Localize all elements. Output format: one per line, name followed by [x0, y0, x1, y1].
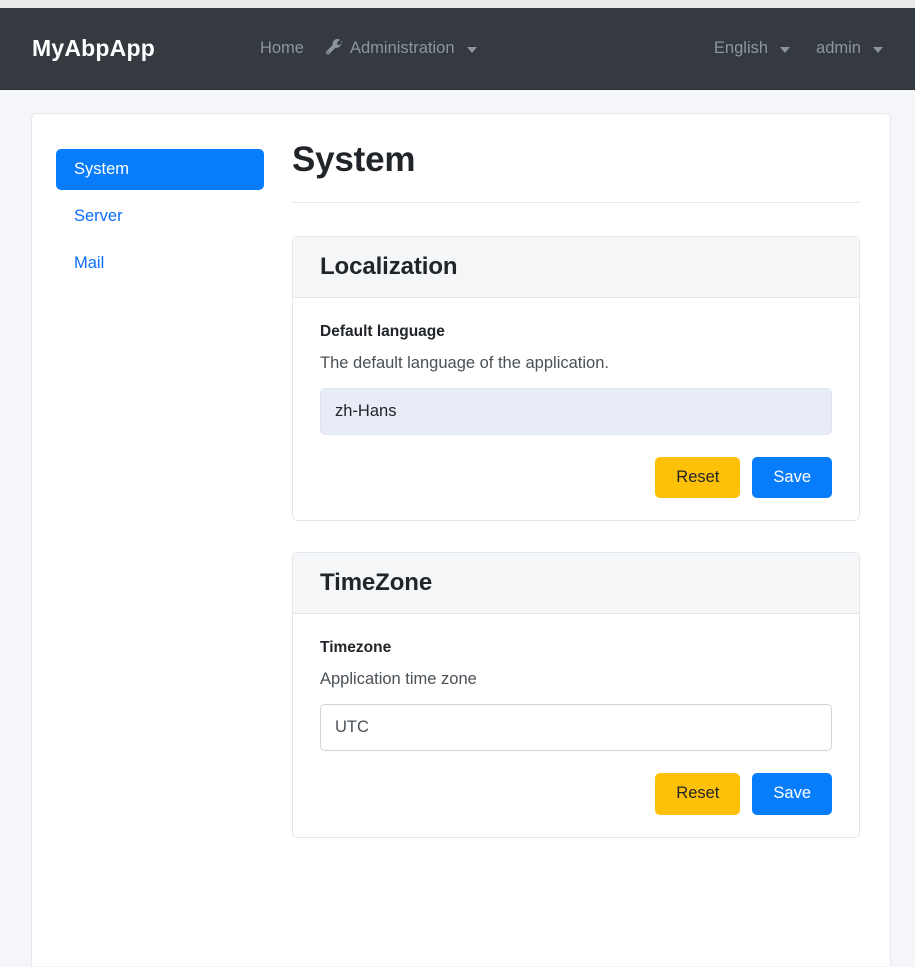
settings-panel: System Server Mail System Localization D… [31, 113, 891, 966]
nav-item-administration[interactable]: Administration [325, 39, 477, 58]
timezone-card-body: Timezone Application time zone Reset Sav… [293, 614, 859, 837]
page-container: System Server Mail System Localization D… [0, 90, 915, 966]
language-dropdown[interactable]: English [713, 39, 791, 58]
timezone-card-header: TimeZone [293, 553, 859, 614]
localization-reset-button[interactable]: Reset [655, 456, 741, 499]
chevron-down-icon [873, 46, 883, 53]
user-menu-label: admin [816, 39, 861, 57]
nav-item-administration-label: Administration [349, 39, 455, 57]
sidebar-item-mail[interactable]: Mail [56, 243, 264, 284]
chevron-down-icon [780, 46, 791, 53]
default-language-description: The default language of the application. [320, 353, 609, 372]
localization-card-title: Localization [320, 253, 458, 281]
settings-content: System Localization Default language The… [264, 140, 860, 966]
navbar-primary-menu: Home Administration [260, 39, 477, 58]
sidebar-item-system[interactable]: System [56, 149, 264, 190]
timezone-save-button[interactable]: Save [752, 772, 832, 815]
page-title: System [292, 140, 416, 179]
localization-card-body: Default language The default language of… [293, 298, 859, 521]
localization-actions: Reset Save [320, 456, 832, 499]
wrench-icon [325, 39, 343, 56]
top-navbar: MyAbpApp Home Administration English adm… [0, 8, 915, 90]
brand-logo[interactable]: MyAbpApp [32, 35, 155, 62]
language-dropdown-label: English [713, 39, 769, 57]
title-divider [292, 202, 860, 204]
window-top-strip [0, 0, 915, 8]
sidebar-item-server[interactable]: Server [56, 196, 264, 237]
nav-item-home-label: Home [259, 39, 304, 57]
timezone-input[interactable] [320, 703, 832, 751]
nav-item-home[interactable]: Home [260, 39, 304, 58]
localization-card-header: Localization [293, 237, 859, 298]
timezone-card: TimeZone Timezone Application time zone … [292, 552, 860, 838]
user-menu-dropdown[interactable]: admin [816, 39, 883, 58]
timezone-label: Timezone [320, 638, 392, 656]
timezone-description: Application time zone [320, 669, 477, 688]
timezone-card-title: TimeZone [320, 569, 433, 597]
chevron-down-icon [466, 46, 477, 53]
default-language-label: Default language [320, 322, 445, 340]
timezone-actions: Reset Save [320, 772, 832, 815]
navbar-secondary-menu: English admin [714, 39, 893, 58]
settings-sidebar: System Server Mail [56, 140, 264, 966]
default-language-input[interactable] [320, 387, 832, 435]
timezone-reset-button[interactable]: Reset [655, 772, 741, 815]
localization-card: Localization Default language The defaul… [292, 236, 860, 522]
browser-viewport: MyAbpApp Home Administration English adm… [0, 0, 915, 967]
localization-save-button[interactable]: Save [752, 456, 832, 499]
